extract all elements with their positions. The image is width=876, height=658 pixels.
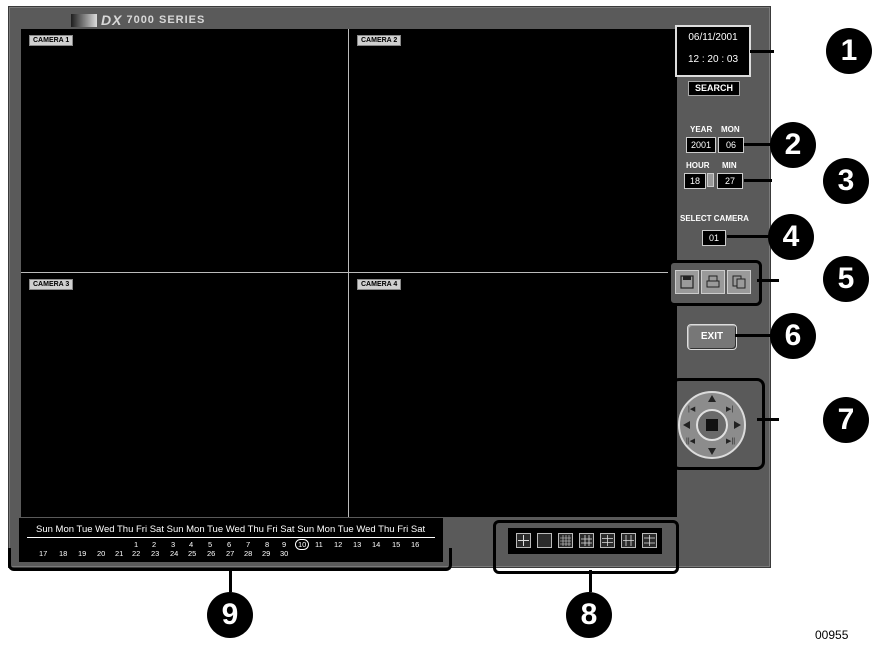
quad-layout-icon[interactable] bbox=[516, 533, 531, 548]
callout-line-5 bbox=[757, 279, 779, 282]
calendar-divider bbox=[27, 537, 435, 538]
brand-dx: DX bbox=[101, 12, 123, 28]
brand-series: 7000 SERIES bbox=[126, 14, 206, 26]
callout-line-2 bbox=[744, 143, 772, 146]
callout-line-4 bbox=[727, 235, 771, 238]
month-field[interactable]: 06 bbox=[718, 137, 744, 153]
callout-9: 9 bbox=[207, 592, 253, 638]
calendar-bracket bbox=[8, 548, 452, 571]
exit-button[interactable]: EXIT bbox=[687, 324, 737, 350]
callout-4: 4 bbox=[768, 214, 814, 260]
print-icon[interactable] bbox=[701, 270, 725, 294]
camera-select-field[interactable]: 01 bbox=[702, 230, 726, 246]
svg-text:▶||: ▶|| bbox=[726, 438, 735, 445]
layout-selector bbox=[508, 528, 662, 554]
camera-label-2: CAMERA 2 bbox=[357, 35, 402, 46]
clock-date: 06/11/2001 bbox=[688, 32, 738, 43]
nine-layout-icon[interactable] bbox=[579, 533, 594, 548]
callout-1: 1 bbox=[826, 28, 872, 74]
hour-field[interactable]: 18 bbox=[684, 173, 706, 189]
callout-2: 2 bbox=[770, 122, 816, 168]
callout-5: 5 bbox=[823, 256, 869, 302]
camera-label-4: CAMERA 4 bbox=[357, 279, 402, 290]
callout-line-9 bbox=[229, 570, 232, 592]
svg-text:|◀: |◀ bbox=[688, 406, 696, 413]
dvr-window: DX 7000 SERIES CAMERA 1 CAMERA 2 CAMERA … bbox=[8, 6, 771, 568]
logo-mark bbox=[71, 13, 97, 27]
mon-label: MON bbox=[721, 125, 740, 134]
minute-field[interactable]: 27 bbox=[717, 173, 743, 189]
year-field[interactable]: 2001 bbox=[686, 137, 716, 153]
brand-logo: DX 7000 SERIES bbox=[71, 12, 205, 28]
six-layout-icon[interactable] bbox=[600, 533, 615, 548]
callout-line-1 bbox=[750, 50, 774, 53]
select-camera-label: SELECT CAMERA bbox=[680, 214, 749, 223]
single-layout-icon[interactable] bbox=[537, 533, 552, 548]
year-label: YEAR bbox=[690, 125, 713, 134]
hour-label: HOUR bbox=[686, 161, 710, 170]
svg-text:||◀: ||◀ bbox=[686, 438, 696, 445]
video-grid: CAMERA 1 CAMERA 2 CAMERA 3 CAMERA 4 bbox=[21, 29, 677, 517]
grid-divider-vertical bbox=[348, 29, 349, 517]
calendar-weekdays: Sun Mon Tue Wed Thu Fri Sat Sun Mon Tue … bbox=[36, 524, 426, 535]
save-icon[interactable] bbox=[675, 270, 699, 294]
svg-text:▶|: ▶| bbox=[726, 406, 733, 413]
hour-stepper[interactable] bbox=[707, 173, 714, 187]
callout-6: 6 bbox=[770, 313, 816, 359]
callout-line-7 bbox=[757, 418, 779, 421]
grid-divider-horizontal bbox=[21, 272, 677, 273]
callout-line-8 bbox=[589, 570, 592, 592]
callout-line-6 bbox=[735, 334, 771, 337]
action-icons-group bbox=[668, 260, 762, 306]
camera-label-3: CAMERA 3 bbox=[29, 279, 74, 290]
playback-control-pad: |◀ ▶| ||◀ ▶|| bbox=[671, 378, 765, 470]
search-button[interactable]: SEARCH bbox=[688, 81, 740, 96]
camera-view-4[interactable]: CAMERA 4 bbox=[349, 273, 677, 517]
figure-id: 00955 bbox=[815, 628, 849, 642]
sixteen-layout-icon[interactable] bbox=[558, 533, 573, 548]
camera-view-1[interactable]: CAMERA 1 bbox=[21, 29, 349, 273]
camera-view-2[interactable]: CAMERA 2 bbox=[349, 29, 677, 273]
clock-time: 12 : 20 : 03 bbox=[687, 54, 739, 65]
callout-7: 7 bbox=[823, 397, 869, 443]
camera-label-1: CAMERA 1 bbox=[29, 35, 74, 46]
eight-layout-icon[interactable] bbox=[621, 533, 636, 548]
min-label: MIN bbox=[722, 161, 737, 170]
callout-8: 8 bbox=[566, 592, 612, 638]
jog-dial-icon[interactable]: |◀ ▶| ||◀ ▶|| bbox=[674, 381, 762, 467]
ten-layout-icon[interactable] bbox=[642, 533, 657, 548]
camera-view-3[interactable]: CAMERA 3 bbox=[21, 273, 349, 517]
callout-3: 3 bbox=[823, 158, 869, 204]
clock-display: 06/11/2001 12 : 20 : 03 bbox=[675, 25, 751, 77]
copy-icon[interactable] bbox=[727, 270, 751, 294]
callout-line-3 bbox=[744, 179, 772, 182]
